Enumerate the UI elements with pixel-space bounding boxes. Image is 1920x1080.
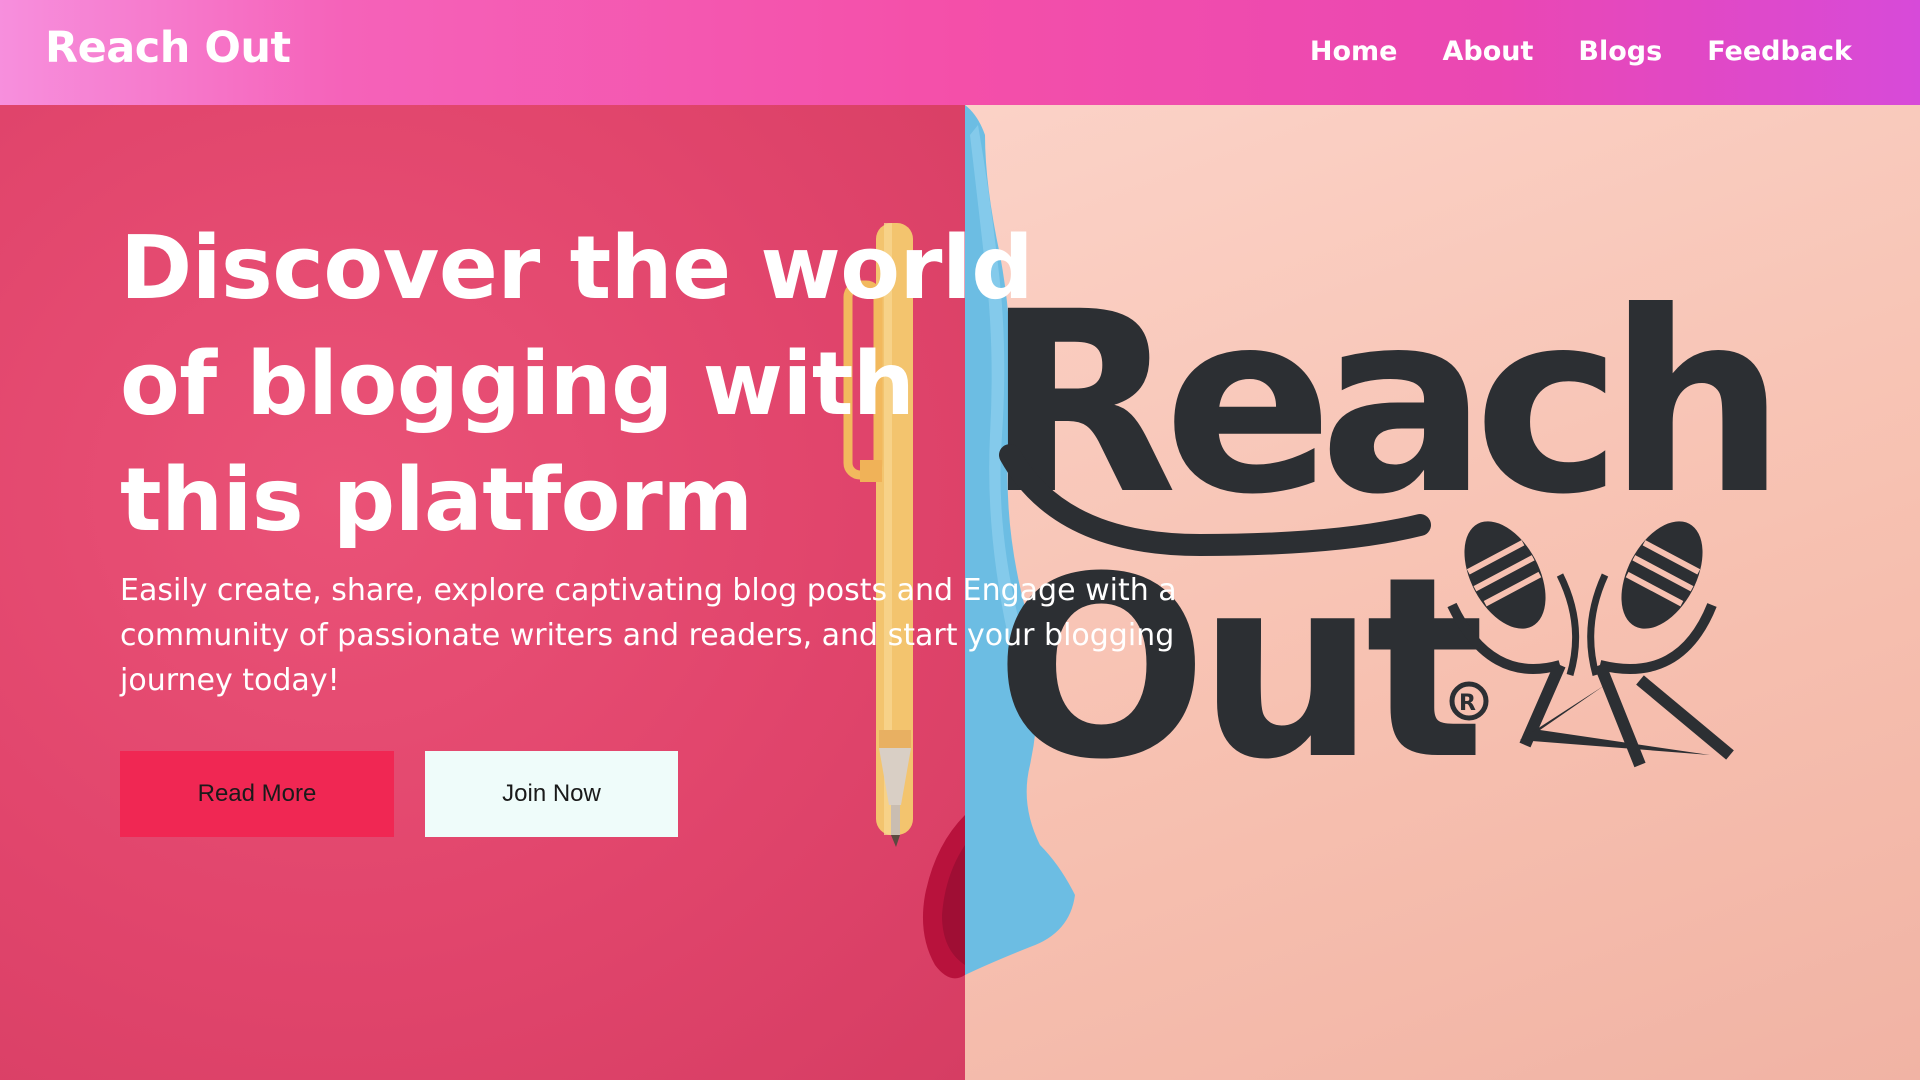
nav-link-feedback[interactable]: Feedback <box>1707 36 1852 67</box>
svg-text:R: R <box>1459 691 1476 716</box>
nav-links: Home About Blogs Feedback <box>1310 36 1852 67</box>
nav-link-home[interactable]: Home <box>1310 36 1398 67</box>
brand-logo[interactable]: Reach Out <box>45 23 291 73</box>
navbar: Reach Out Home About Blogs Feedback <box>0 0 1920 105</box>
nav-link-about[interactable]: About <box>1442 36 1533 67</box>
hero-title: Discover the world of blogging with this… <box>120 217 1034 551</box>
read-more-button[interactable]: Read More <box>120 751 394 837</box>
join-now-button[interactable]: Join Now <box>425 751 678 837</box>
nav-link-blogs[interactable]: Blogs <box>1578 36 1662 67</box>
hero-description: Easily create, share, explore captivatin… <box>120 573 1177 698</box>
